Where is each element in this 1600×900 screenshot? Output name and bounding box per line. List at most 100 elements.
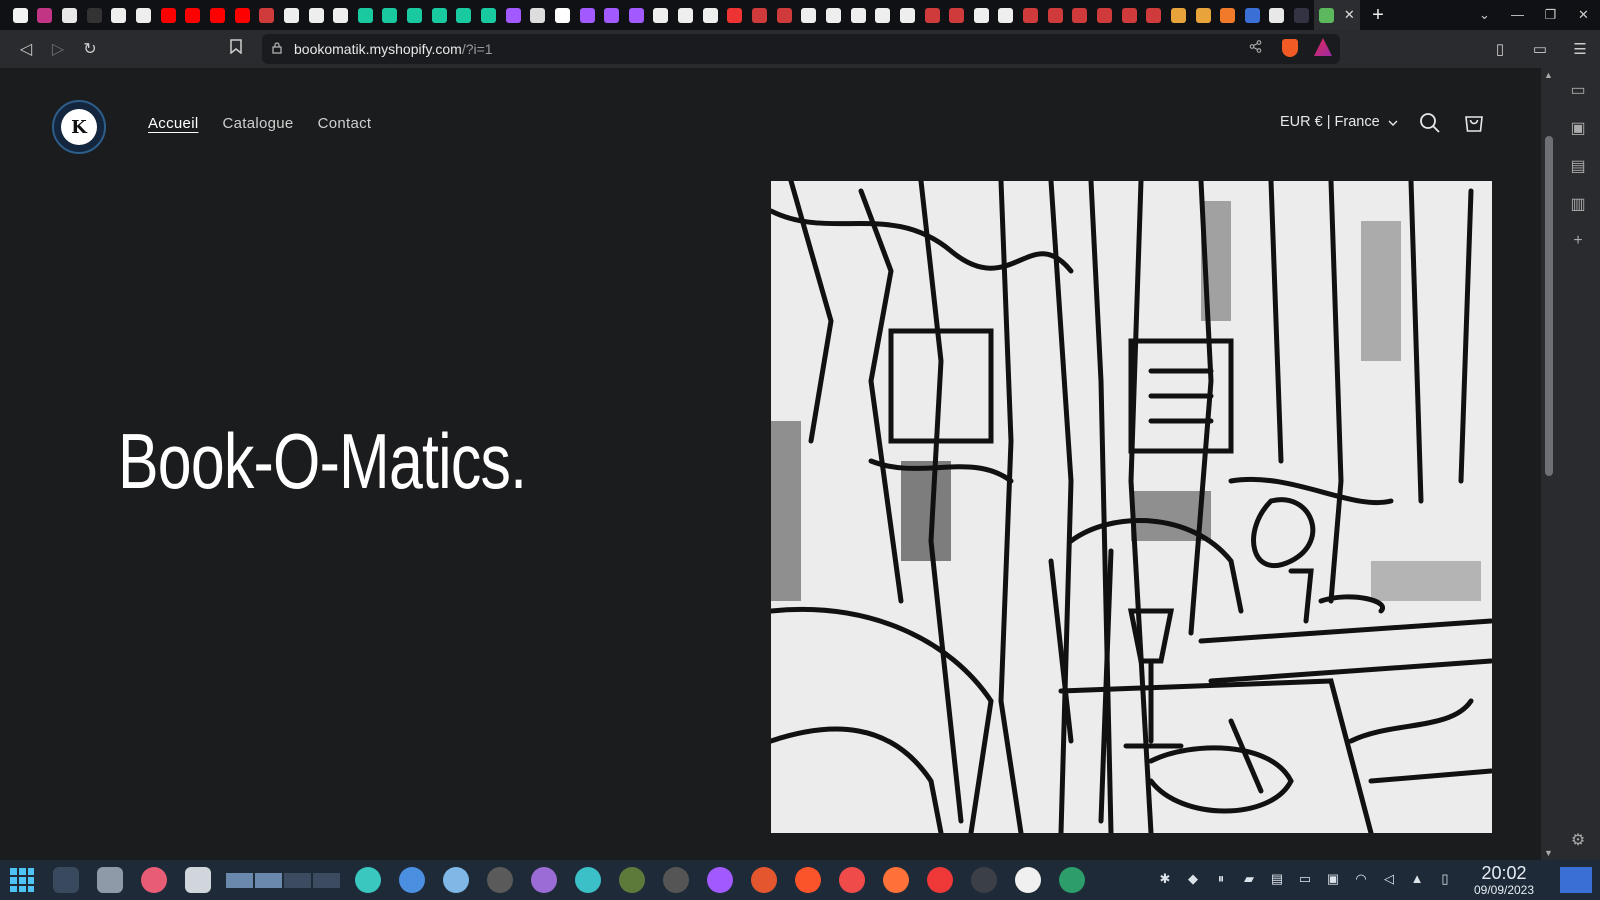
browser-tab[interactable] [82,0,107,30]
taskbar-app-icon[interactable] [742,860,786,900]
search-icon[interactable] [1419,112,1441,139]
scroll-down-icon[interactable]: ▼ [1544,848,1553,858]
taskbar-app-icon[interactable] [566,860,610,900]
browser-tab[interactable] [452,0,477,30]
brave-rewards-icon[interactable] [1314,38,1332,56]
browser-tab[interactable] [624,0,649,30]
browser-tab[interactable] [969,0,994,30]
browser-tab[interactable] [1289,0,1314,30]
browser-tab[interactable] [895,0,920,30]
browser-tab[interactable] [846,0,871,30]
start-menu-icon[interactable] [0,860,44,900]
browser-tab[interactable] [550,0,575,30]
browser-tab[interactable] [402,0,427,30]
scroll-up-icon[interactable]: ▲ [1544,70,1553,80]
clock[interactable]: 20:02 09/09/2023 [1464,863,1544,897]
sidebar-toggle-icon[interactable]: ▯ [1480,40,1520,58]
brave-shields-icon[interactable] [1282,39,1298,57]
browser-tab[interactable] [304,0,329,30]
scrollbar-thumb[interactable] [1545,136,1553,476]
cart-icon[interactable] [1463,112,1485,139]
wifi-icon[interactable]: ◠ [1352,871,1370,889]
browser-tab[interactable] [328,0,353,30]
browser-tab[interactable] [378,0,403,30]
browser-tab[interactable] [1240,0,1265,30]
browser-tab[interactable] [599,0,624,30]
nav-link-contact[interactable]: Contact [318,115,372,132]
browser-tab[interactable] [994,0,1019,30]
taskbar-app-icon[interactable] [478,860,522,900]
browser-tab[interactable] [57,0,82,30]
reload-icon[interactable]: ↻ [74,33,106,65]
show-desktop-button[interactable] [1560,867,1592,893]
desktop-4[interactable] [313,872,340,888]
bluetooth-icon[interactable]: ✱ [1156,871,1174,889]
browser-tab[interactable] [1265,0,1290,30]
taskbar-app-icon[interactable] [786,860,830,900]
currency-country-selector[interactable]: EUR € | France [1280,114,1398,130]
wallet-panel-icon[interactable]: ▣ [1566,118,1590,138]
new-tab-button[interactable]: + [1360,0,1396,30]
download-manager-icon[interactable] [132,860,176,900]
virtual-desktop-pager[interactable] [226,872,340,888]
taskbar-app-icon[interactable] [962,860,1006,900]
video-icon[interactable]: ▭ [1566,80,1590,100]
browser-tab[interactable] [8,0,33,30]
browser-tab[interactable] [920,0,945,30]
taskbar-app-icon[interactable] [1050,860,1094,900]
browser-tab[interactable] [156,0,181,30]
browser-tab[interactable]: ✕ [1313,0,1360,30]
browser-tab[interactable] [649,0,674,30]
taskbar-app-icon[interactable] [522,860,566,900]
bookmark-icon[interactable] [230,39,242,58]
media-pause-icon[interactable]: ⏸ [1212,871,1230,889]
volume-icon[interactable]: ◁ [1380,871,1398,889]
dropbox-icon[interactable]: ◆ [1184,871,1202,889]
desktop-2[interactable] [255,872,282,888]
taskbar-app-icon[interactable] [874,860,918,900]
taskbar-app-icon[interactable] [390,860,434,900]
browser-tab[interactable] [254,0,279,30]
tray-expand-icon[interactable]: ▲ [1408,871,1426,889]
display-icon[interactable]: ▣ [1324,871,1342,889]
taskbar-app-icon[interactable] [918,860,962,900]
folder-icon[interactable]: ▰ [1240,871,1258,889]
taskbar-app-icon[interactable] [698,860,742,900]
nav-link-accueil[interactable]: Accueil [148,115,198,132]
gear-icon[interactable]: ⚙ [1566,830,1590,850]
minimize-icon[interactable]: — [1501,0,1534,30]
close-window-icon[interactable]: ✕ [1567,0,1600,30]
tab-search-chevron-icon[interactable]: ⌄ [1468,0,1501,30]
browser-tab[interactable] [205,0,230,30]
browser-tab[interactable] [33,0,58,30]
browser-tab[interactable] [870,0,895,30]
lock-icon[interactable] [272,41,286,57]
menu-icon[interactable]: ☰ [1560,40,1600,58]
add-panel-icon[interactable]: + [1566,232,1590,250]
battery-icon[interactable]: ▭ [1296,871,1314,889]
taskbar-app-icon[interactable] [610,860,654,900]
taskbar-app-icon[interactable] [434,860,478,900]
browser-tab[interactable] [107,0,132,30]
kde-connect-icon[interactable]: ▯ [1436,871,1454,889]
zeal-icon[interactable] [176,860,220,900]
taskbar-app-icon[interactable] [830,860,874,900]
browser-tab[interactable] [1141,0,1166,30]
taskbar-app-icon[interactable] [346,860,390,900]
desktop-1[interactable] [226,872,253,888]
browser-tab[interactable] [279,0,304,30]
browser-tab[interactable] [1117,0,1142,30]
share-icon[interactable] [1249,40,1262,56]
wallet-icon[interactable]: ▭ [1520,40,1560,58]
browser-tab[interactable] [575,0,600,30]
nav-link-catalogue[interactable]: Catalogue [222,115,293,132]
back-icon[interactable]: ◁ [10,33,42,65]
browser-tab[interactable] [673,0,698,30]
browser-tab[interactable] [1191,0,1216,30]
browser-tab[interactable] [1043,0,1068,30]
clipboard-icon[interactable]: ▤ [1268,871,1286,889]
address-bar[interactable]: bookomatik.myshopify.com/?i=1 [262,34,1340,64]
browser-tab[interactable] [1166,0,1191,30]
close-tab-icon[interactable]: ✕ [1344,7,1355,23]
browser-tab[interactable] [1068,0,1093,30]
